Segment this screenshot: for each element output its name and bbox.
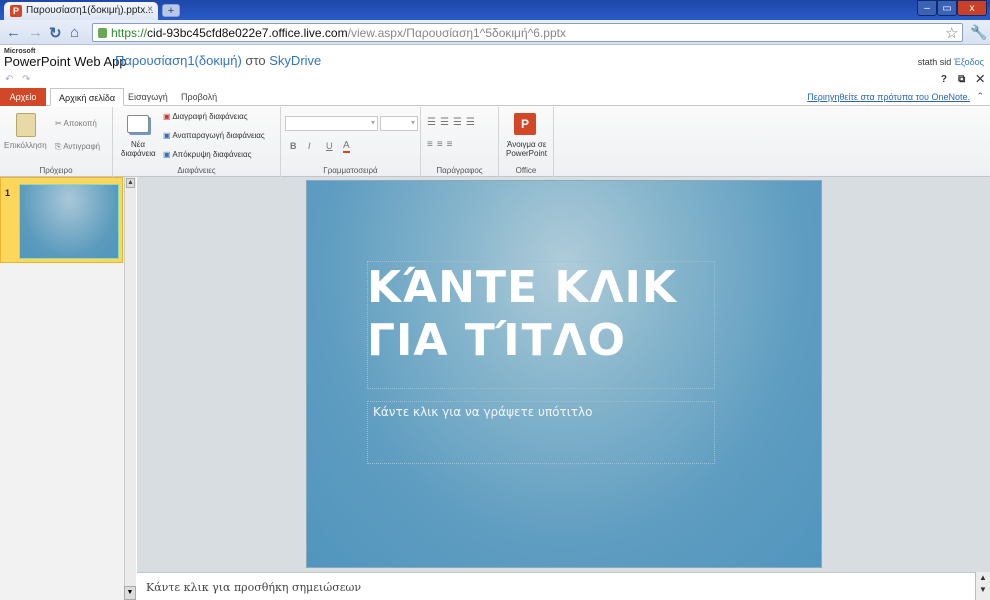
ribbon: Επικόλληση ✂ Αποκοπή ⎘ Αντιγραφή Πρόχειρ… [0,107,990,177]
italic-button[interactable]: I [308,141,311,151]
paragraph-label: Παράγραφος [436,166,483,175]
address-toolbar: ← → ↻ ⌂ https://cid-93bc45cfd8e022e7.off… [0,20,990,45]
restore-button[interactable]: ▭ [937,0,957,16]
document-title: Παρουσίαση1(δοκιμή) στο SkyDrive [115,53,321,68]
home-icon[interactable]: ⌂ [70,24,79,41]
notes-scrollbar[interactable]: ▲ ▼ [975,572,990,600]
list-buttons[interactable]: ☰☰☰☰ [427,117,479,128]
help-icons: ? ⧉ ✕ [941,74,984,85]
new-slide-label-1[interactable]: Νέα [131,140,145,149]
powerpoint-favicon-icon: P [10,5,22,17]
office-label: Office [515,166,537,175]
url-path: /view.aspx/Παρουσίαση1^5δοκιμή^6.pptx [347,26,566,40]
group-font: B I U A Γραμματοσειρά [281,107,421,177]
user-name: stath sid [917,57,952,67]
url-host: cid-93bc45cfd8e022e7.office.live.com [147,26,348,40]
tab-view[interactable]: Προβολή [173,88,225,106]
scroll-up-icon[interactable]: ▲ [126,178,135,188]
duplicate-slide-button[interactable]: ▣ Αναπαραγωγή διαφάνειας [163,131,265,140]
reload-icon[interactable]: ↻ [49,24,62,42]
back-icon[interactable]: ← [6,24,21,41]
browser-tab[interactable]: P Παρουσίαση1(δοκιμή).pptx... × [4,2,158,20]
copy-label: Αντιγραφή [63,142,101,151]
onenote-templates-link[interactable]: Περιηγηθείτε στα πρότυπα του OneNote. [807,92,970,102]
tab-file[interactable]: Αρχείο [0,88,46,106]
slides-label: Διαφάνειες [177,166,216,175]
tab-insert[interactable]: Εισαγωγή [120,88,176,106]
document-name-link[interactable]: Παρουσίαση1(δοκιμή) [115,53,242,68]
font-family-select[interactable] [285,116,378,131]
new-slide-icon[interactable] [127,115,149,133]
hide-slide-button[interactable]: ▣ Απόκρυψη διαφάνειας [163,150,251,159]
font-size-select[interactable] [380,116,418,131]
slide-title[interactable]: ΚΆΝΤΕ ΚΛΙΚ ΓΙΑ ΤΊΤΛΟ [367,261,717,367]
tab-close-icon[interactable]: × [147,4,153,15]
hide-slide-icon: ▣ [163,150,173,159]
paste-button[interactable]: Επικόλληση [4,141,47,150]
notes-pane[interactable]: Κάντε κλικ για προσθήκη σημειώσεων [137,572,990,600]
delete-slide-label: Διαγραφή διαφάνειας [172,112,248,121]
new-tab-button[interactable]: + [162,4,180,17]
tab-title: Παρουσίαση1(δοκιμή).pptx... [26,5,154,16]
redo-icon[interactable]: ↷ [22,74,30,85]
group-slides: Νέα διαφάνεια ▣ Διαγραφή διαφάνειας ▣ Αν… [113,107,281,177]
scroll-down-icon[interactable]: ▼ [124,586,136,600]
slide[interactable]: ΚΆΝΤΕ ΚΛΙΚ ΓΙΑ ΤΊΤΛΟ Κάντε κλικ για να γ… [306,180,822,568]
font-color-button[interactable]: A [343,140,350,153]
forward-icon[interactable]: → [28,24,43,41]
powerpoint-app-icon[interactable]: P [514,113,536,135]
duplicate-slide-label: Αναπαραγωγή διαφάνειας [172,131,265,140]
lock-icon [98,28,107,38]
help-icon[interactable]: ? [941,74,947,85]
open-in-ppt-label-1[interactable]: Άνοιγμα σε [507,140,546,149]
align-buttons[interactable]: ≡≡≡ [427,139,457,150]
open-in-ppt-label-2[interactable]: PowerPoint [506,149,547,158]
slides-panel: 1 [0,177,124,600]
bold-button[interactable]: B [290,141,297,151]
clipboard-label: Πρόχειρο [39,166,73,175]
hide-slide-label: Απόκρυψη διαφάνειας [172,150,252,159]
copy-icon: ⎘ [55,142,64,151]
app-name: PowerPoint Web App [4,54,127,69]
browser-titlebar: P Παρουσίαση1(δοκιμή).pptx... × + – ▭ x [0,0,990,20]
group-clipboard: Επικόλληση ✂ Αποκοπή ⎘ Αντιγραφή Πρόχειρ… [0,107,113,177]
app-header: Microsoft PowerPoint Web App Παρουσίαση1… [0,45,990,85]
slide-thumbnail-selected[interactable]: 1 [0,177,123,263]
collapse-ribbon-icon[interactable]: ⌃ [976,91,984,102]
user-area: stath sid Έξοδος [918,57,984,67]
close-app-icon[interactable]: ✕ [976,74,984,85]
delete-slide-button[interactable]: ▣ Διαγραφή διαφάνειας [163,112,248,121]
url-protocol: https:// [111,26,148,40]
slides-panel-scrollbar[interactable]: ▲ [124,177,136,600]
slide-canvas: ΚΆΝΤΕ ΚΛΙΚ ΓΙΑ ΤΊΤΛΟ Κάντε κλικ για να γ… [137,177,990,572]
paste-icon[interactable] [16,113,36,137]
close-window-button[interactable]: x [957,0,987,16]
cut-button[interactable]: ✂ Αποκοπή [55,119,97,128]
title-line-1: ΚΆΝΤΕ ΚΛΙΚ [367,262,678,313]
title-line-2: ΓΙΑ ΤΊΤΛΟ [367,315,627,366]
slide-number: 1 [5,188,11,198]
duplicate-slide-icon: ▣ [163,131,173,140]
new-slide-label-2[interactable]: διαφάνεια [121,149,156,158]
sign-out-link[interactable]: Έξοδος [954,57,984,67]
url-bar[interactable]: https://cid-93bc45cfd8e022e7.office.live… [92,23,963,42]
bookmark-star-icon[interactable]: ☆ [945,24,958,42]
group-paragraph: ☰☰☰☰ ≡≡≡ Παράγραφος [421,107,499,177]
tab-home[interactable]: Αρχική σελίδα [50,88,125,106]
wrench-menu-icon[interactable]: 🔧 [970,24,987,41]
delete-slide-icon: ▣ [163,112,173,121]
slide-thumbnail-image[interactable] [19,184,119,259]
undo-icon[interactable]: ↶ [5,74,13,85]
cut-label: Αποκοπή [63,119,97,128]
popout-icon[interactable]: ⧉ [958,74,965,85]
skydrive-link[interactable]: SkyDrive [269,53,321,68]
minimize-button[interactable]: – [917,0,937,16]
copy-button[interactable]: ⎘ Αντιγραφή [55,142,100,152]
slide-subtitle[interactable]: Κάντε κλικ για να γράψετε υπότιτλο [373,405,592,419]
group-office: P Άνοιγμα σε PowerPoint Office [499,107,554,177]
location-prefix: στο [245,53,266,68]
underline-button[interactable]: U [326,141,333,151]
font-label: Γραμματοσειρά [323,166,378,175]
